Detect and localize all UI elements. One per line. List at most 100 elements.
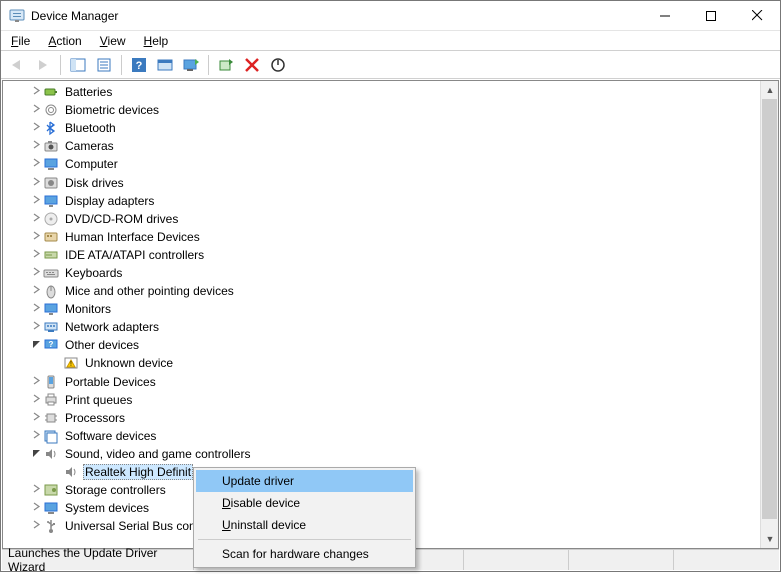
chevron-right-icon[interactable] <box>29 104 43 116</box>
software-icon <box>43 428 59 444</box>
tree-category-label: Disk drives <box>63 176 126 190</box>
tree-device[interactable]: ›!Unknown device <box>3 354 760 372</box>
bluetooth-icon <box>43 120 59 136</box>
chevron-right-icon[interactable] <box>29 285 43 297</box>
tree-category[interactable]: Bluetooth <box>3 119 760 137</box>
enable-button[interactable] <box>214 54 238 76</box>
window-buttons <box>642 1 780 31</box>
printer-icon <box>43 392 59 408</box>
show-hide-tree-button[interactable] <box>66 54 90 76</box>
status-cell <box>569 550 674 570</box>
tree-category-label: Print queues <box>63 393 134 407</box>
back-button[interactable] <box>5 54 29 76</box>
chevron-right-icon[interactable] <box>29 158 43 170</box>
tree-category[interactable]: Portable Devices <box>3 373 760 391</box>
chevron-right-icon[interactable] <box>29 177 43 189</box>
tree-category-label: Software devices <box>63 429 158 443</box>
help-button[interactable]: ? <box>127 54 151 76</box>
chevron-right-icon[interactable] <box>29 213 43 225</box>
maximize-button[interactable] <box>688 1 734 31</box>
chevron-right-icon[interactable] <box>29 394 43 406</box>
app-icon <box>9 8 25 24</box>
chevron-right-icon[interactable] <box>29 195 43 207</box>
svg-text:?: ? <box>49 340 54 349</box>
toolbar-separator <box>208 55 209 75</box>
menu-help[interactable]: Help <box>140 33 173 49</box>
menu-action[interactable]: Action <box>44 33 85 49</box>
chevron-down-icon[interactable] <box>29 339 43 351</box>
tree-category[interactable]: Batteries <box>3 83 760 101</box>
tree-category-label: Cameras <box>63 139 116 153</box>
usb-icon <box>43 518 59 534</box>
title-bar: Device Manager <box>1 1 780 31</box>
chevron-right-icon[interactable] <box>29 249 43 261</box>
tree-category[interactable]: Network adapters <box>3 318 760 336</box>
hid-icon <box>43 229 59 245</box>
minimize-button[interactable] <box>642 1 688 31</box>
window-title: Device Manager <box>31 9 642 23</box>
disable-button[interactable] <box>266 54 290 76</box>
tree-category-label: Sound, video and game controllers <box>63 447 252 461</box>
chevron-right-icon[interactable] <box>29 412 43 424</box>
ctx-separator <box>198 539 411 540</box>
scroll-down-icon[interactable]: ▼ <box>761 530 779 548</box>
status-cell <box>464 550 569 570</box>
chevron-right-icon[interactable] <box>29 376 43 388</box>
scan-button[interactable] <box>153 54 177 76</box>
tree-category[interactable]: Print queues <box>3 391 760 409</box>
chevron-right-icon[interactable] <box>29 122 43 134</box>
tree-category[interactable]: Mice and other pointing devices <box>3 282 760 300</box>
tree-category-label: Computer <box>63 157 120 171</box>
forward-button[interactable] <box>31 54 55 76</box>
ctx-update-driver[interactable]: Update driver <box>196 470 413 492</box>
tree-category[interactable]: Monitors <box>3 300 760 318</box>
tree-category-label: Storage controllers <box>63 483 168 497</box>
update-driver-button[interactable] <box>179 54 203 76</box>
tree-category[interactable]: Processors <box>3 409 760 427</box>
chevron-down-icon[interactable] <box>29 448 43 460</box>
chevron-right-icon[interactable] <box>29 303 43 315</box>
tree-category[interactable]: Biometric devices <box>3 101 760 119</box>
chevron-right-icon[interactable] <box>29 267 43 279</box>
monitor-icon <box>43 301 59 317</box>
tree-category[interactable]: Software devices <box>3 427 760 445</box>
chevron-right-icon[interactable] <box>29 231 43 243</box>
tree-category[interactable]: ? Other devices <box>3 336 760 354</box>
tree-category-label: Other devices <box>63 338 141 352</box>
tree-category[interactable]: DVD/CD-ROM drives <box>3 210 760 228</box>
menu-view[interactable]: View <box>96 33 130 49</box>
ctx-disable-device[interactable]: Disable device <box>196 492 413 514</box>
close-button[interactable] <box>734 1 780 31</box>
tree-category-label: Display adapters <box>63 194 156 208</box>
chevron-right-icon[interactable] <box>29 502 43 514</box>
tree-category-label: Portable Devices <box>63 375 158 389</box>
toolbar-separator <box>60 55 61 75</box>
tree-category[interactable]: Human Interface Devices <box>3 228 760 246</box>
scroll-thumb[interactable] <box>762 99 777 519</box>
properties-button[interactable] <box>92 54 116 76</box>
toolbar-separator <box>121 55 122 75</box>
svg-text:!: ! <box>70 361 72 368</box>
tree-category[interactable]: IDE ATA/ATAPI controllers <box>3 246 760 264</box>
tree-category[interactable]: Display adapters <box>3 192 760 210</box>
ctx-uninstall-device[interactable]: Uninstall device <box>196 514 413 536</box>
scroll-up-icon[interactable]: ▲ <box>761 81 779 99</box>
chevron-right-icon[interactable] <box>29 140 43 152</box>
portable-icon <box>43 374 59 390</box>
chevron-right-icon[interactable] <box>29 430 43 442</box>
chevron-right-icon[interactable] <box>29 484 43 496</box>
ctx-scan-hardware[interactable]: Scan for hardware changes <box>196 543 413 565</box>
chevron-right-icon[interactable] <box>29 321 43 333</box>
menu-file[interactable]: File <box>7 33 34 49</box>
tree-category[interactable]: Keyboards <box>3 264 760 282</box>
tree-category-label: IDE ATA/ATAPI controllers <box>63 248 206 262</box>
tree-category[interactable]: Disk drives <box>3 173 760 191</box>
mouse-icon <box>43 283 59 299</box>
uninstall-button[interactable] <box>240 54 264 76</box>
tree-category[interactable]: Cameras <box>3 137 760 155</box>
scrollbar-vertical[interactable]: ▲ ▼ <box>760 81 778 548</box>
chevron-right-icon[interactable] <box>29 520 43 532</box>
tree-category[interactable]: Computer <box>3 155 760 173</box>
chevron-right-icon[interactable] <box>29 86 43 98</box>
tree-category[interactable]: Sound, video and game controllers <box>3 445 760 463</box>
